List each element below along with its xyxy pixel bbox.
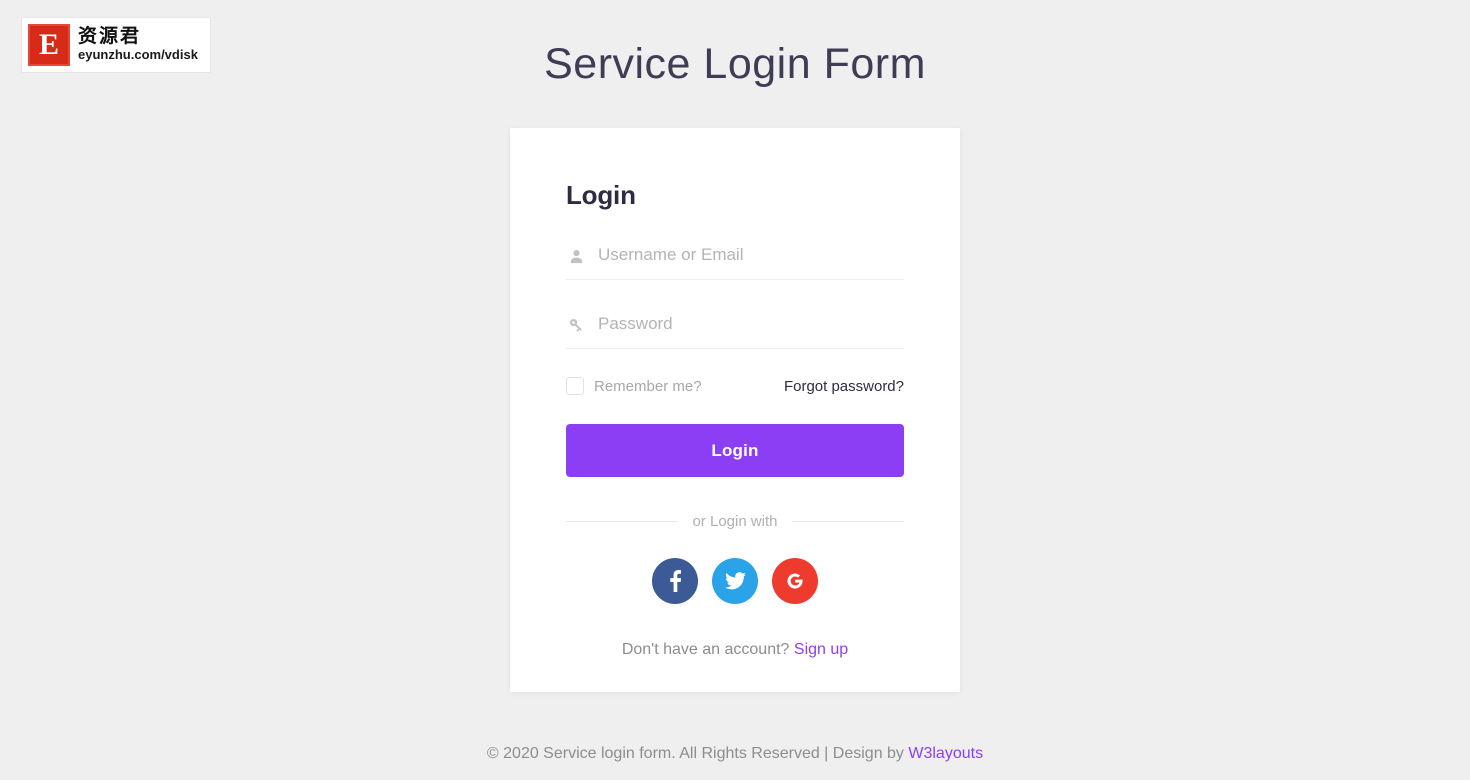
remember-me-checkbox[interactable]: Remember me? [566,377,702,395]
remember-forgot-row: Remember me? Forgot password? [566,375,904,397]
password-field-row [566,313,904,349]
login-button[interactable]: Login [566,424,904,477]
username-input[interactable] [598,244,904,265]
facebook-icon[interactable] [652,558,698,604]
footer-text: © 2020 Service login form. All Rights Re… [486,745,909,762]
user-icon [566,246,586,266]
footer: © 2020 Service login form. All Rights Re… [0,745,1470,763]
signup-prompt: Don't have an account? [621,641,794,658]
google-icon[interactable] [772,558,818,604]
social-divider: or Login with [566,513,904,530]
divider-label: or Login with [692,513,778,530]
twitter-icon[interactable] [712,558,758,604]
divider-line-left [566,521,679,522]
login-card: Login Remember me [510,128,960,692]
login-heading: Login [566,180,636,210]
signup-row: Don't have an account? Sign up [566,641,904,659]
forgot-password-link[interactable]: Forgot password? [784,378,904,395]
page-title: Service Login Form [544,40,926,88]
checkbox-box-icon[interactable] [566,377,584,395]
key-icon [566,315,586,335]
footer-link-w3layouts[interactable]: W3layouts [908,745,983,762]
social-login-buttons [566,558,904,604]
remember-me-label: Remember me? [594,377,702,395]
username-field-row [566,244,904,280]
divider-line-right [791,521,904,522]
signup-link[interactable]: Sign up [794,641,848,658]
password-input[interactable] [598,313,904,334]
